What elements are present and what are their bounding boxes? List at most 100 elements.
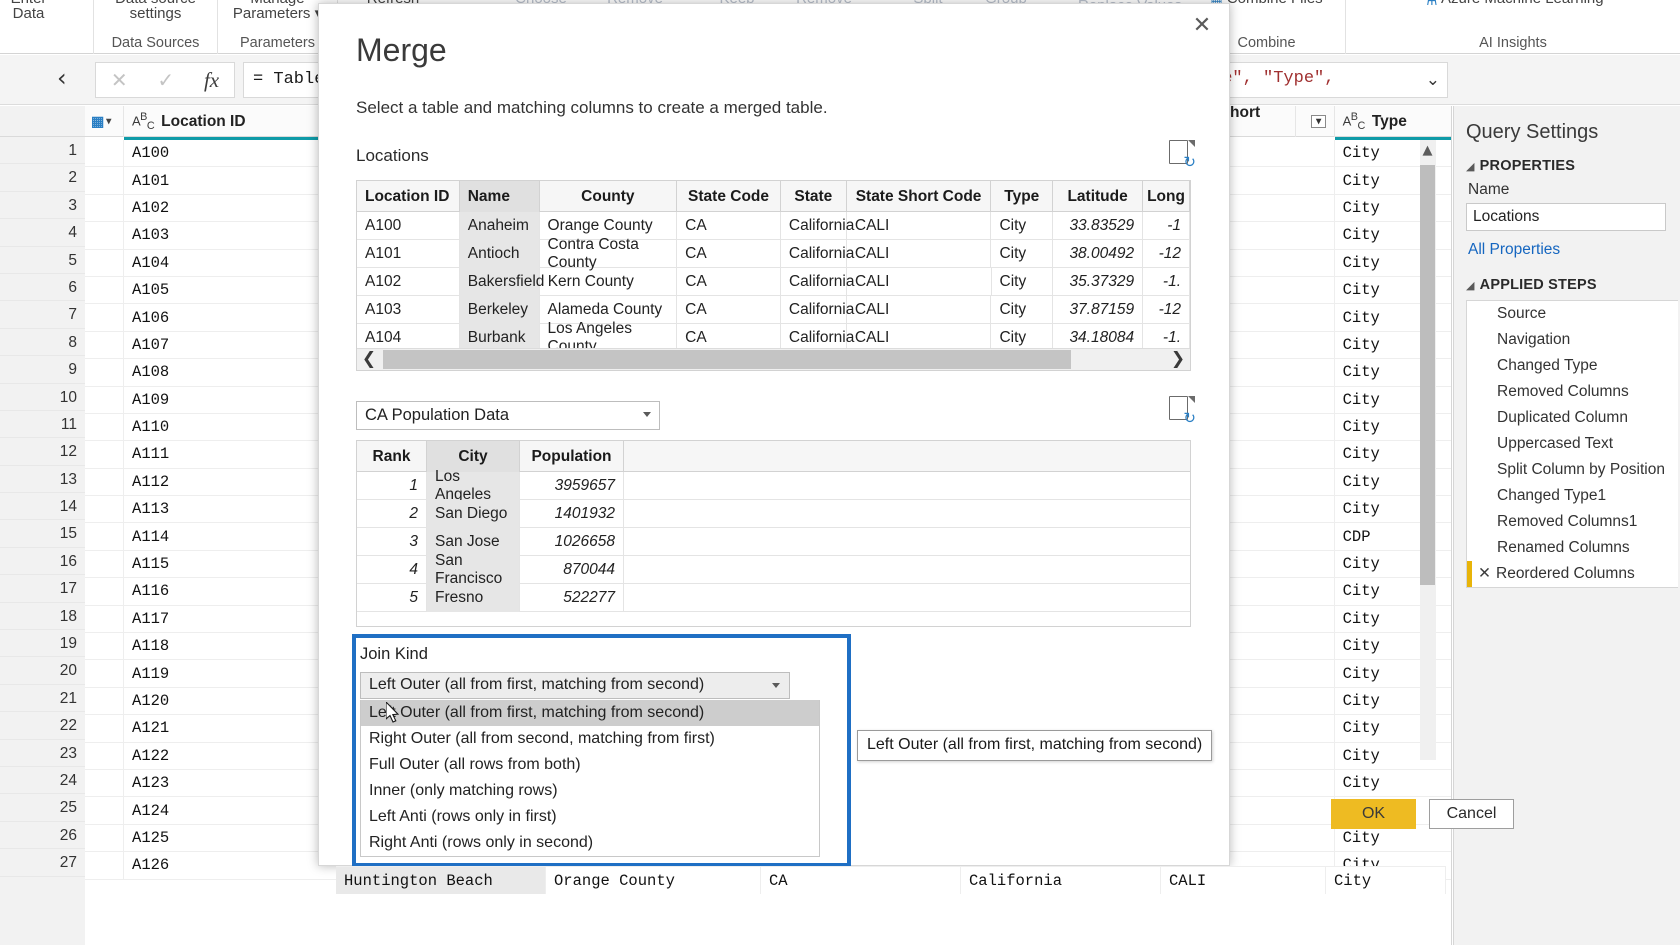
- first-table-preview[interactable]: Location ID Name County State Code State Stat…: [356, 180, 1191, 371]
- x-icon[interactable]: ✕: [1478, 565, 1491, 582]
- check-icon[interactable]: ✓: [157, 68, 174, 93]
- grid-vertical-scrollbar[interactable]: ▲: [1420, 140, 1436, 760]
- triangle-expanded-icon[interactable]: ◢: [1466, 279, 1475, 292]
- join-kind-option[interactable]: Left Outer (all from first, matching fro…: [361, 700, 819, 726]
- preview-column-header[interactable]: State Short Code: [847, 181, 992, 212]
- applied-step-item[interactable]: Navigation: [1467, 327, 1678, 353]
- row-number[interactable]: 4: [0, 219, 85, 247]
- row-number[interactable]: 17: [0, 575, 85, 603]
- row-number[interactable]: 16: [0, 548, 85, 576]
- ok-button[interactable]: OK: [1331, 799, 1416, 829]
- row-number[interactable]: 21: [0, 685, 85, 713]
- chevron-left-icon[interactable]: ❮: [357, 349, 381, 370]
- collapse-queries-pane-icon[interactable]: ‹: [57, 65, 67, 91]
- scrollbar-thumb[interactable]: [383, 350, 1071, 369]
- applied-step-item[interactable]: Renamed Columns: [1467, 535, 1678, 561]
- applied-steps-section-header[interactable]: ◢ APPLIED STEPS: [1466, 277, 1680, 293]
- preview-column-header[interactable]: Rank: [357, 441, 427, 472]
- row-number[interactable]: 7: [0, 301, 85, 329]
- applied-step-item[interactable]: Removed Columns: [1467, 379, 1678, 405]
- ribbon-group-ai-insights[interactable]: ⚗ Azure Machine Learning AI Insights: [1346, 0, 1680, 54]
- preview-column-header[interactable]: Name: [459, 181, 540, 212]
- chevron-up-icon[interactable]: ▲: [1420, 140, 1435, 162]
- preview-cell: Los Angeles: [427, 468, 520, 503]
- ribbon-group-data-sources[interactable]: Data source settings Data Sources: [94, 0, 218, 54]
- applied-step-item[interactable]: Changed Type: [1467, 353, 1678, 379]
- preview-column-header[interactable]: State: [781, 181, 847, 212]
- row-number[interactable]: 5: [0, 247, 85, 274]
- applied-step-item[interactable]: Duplicated Column: [1467, 405, 1678, 431]
- first-table-horizontal-scrollbar[interactable]: ❮ ❯: [357, 348, 1190, 370]
- row-number[interactable]: 23: [0, 740, 85, 767]
- preview-column-header[interactable]: Type: [991, 181, 1054, 212]
- ribbon-cmd-azure-ml[interactable]: ⚗ Azure Machine Learning: [1346, 0, 1680, 8]
- join-kind-option[interactable]: Inner (only matching rows): [361, 778, 819, 804]
- ribbon-cmd-enter-data[interactable]: Data: [0, 6, 93, 21]
- row-number[interactable]: 27: [0, 849, 85, 877]
- row-number[interactable]: 1: [0, 137, 85, 165]
- ribbon-cmd-data-source-settings[interactable]: settings: [94, 6, 217, 21]
- applied-step-item[interactable]: Changed Type1: [1467, 483, 1678, 509]
- applied-step-item[interactable]: Uppercased Text: [1467, 431, 1678, 457]
- applied-step-item[interactable]: Removed Columns1: [1467, 509, 1678, 535]
- join-kind-dropdown[interactable]: Left Outer (all from first, matching fro…: [360, 672, 790, 699]
- close-icon[interactable]: ✕: [111, 68, 128, 93]
- second-table-preview[interactable]: Rank City Population 1 Los Angeles 3959657 2 S…: [356, 440, 1191, 627]
- grid-column-header-type[interactable]: ABC Type: [1334, 106, 1451, 140]
- join-kind-option[interactable]: Left Anti (rows only in first): [361, 804, 819, 830]
- triangle-expanded-icon[interactable]: ◢: [1466, 160, 1475, 173]
- grid-cell-type[interactable]: City: [1335, 770, 1451, 796]
- scrollbar-thumb[interactable]: [1420, 165, 1435, 585]
- close-icon[interactable]: ✕: [1187, 12, 1217, 40]
- row-number[interactable]: 13: [0, 466, 85, 494]
- preview-column-header[interactable]: Location ID: [357, 181, 460, 212]
- row-number[interactable]: 26: [0, 822, 85, 850]
- chevron-down-icon[interactable]: [643, 412, 651, 417]
- join-kind-option[interactable]: Right Anti (rows only in second): [361, 830, 819, 856]
- applied-step-item[interactable]: Source: [1467, 301, 1678, 327]
- chevron-down-icon[interactable]: ▾: [106, 116, 111, 127]
- row-number[interactable]: 2: [0, 164, 85, 192]
- row-number[interactable]: 8: [0, 329, 85, 357]
- preview-column-header[interactable]: Latitude: [1053, 181, 1143, 212]
- preview-column-header[interactable]: County: [540, 181, 678, 212]
- preview-refresh-icon[interactable]: ↻: [1169, 396, 1196, 426]
- row-number[interactable]: 20: [0, 657, 85, 685]
- join-kind-option-list[interactable]: Left Outer (all from first, matching fro…: [360, 700, 820, 857]
- dialog-subtitle: Select a table and matching columns to c…: [356, 98, 828, 117]
- preview-column-header[interactable]: Long: [1143, 181, 1190, 212]
- preview-column-header[interactable]: Population: [520, 441, 624, 472]
- join-kind-option[interactable]: Full Outer (all rows from both): [361, 752, 819, 778]
- chevron-down-icon[interactable]: [772, 683, 780, 688]
- fx-icon[interactable]: fx: [204, 68, 219, 93]
- preview-refresh-icon[interactable]: ↻: [1169, 140, 1196, 170]
- row-number[interactable]: 19: [0, 630, 85, 658]
- grid-select-all-header[interactable]: ▦ ▾: [85, 106, 124, 137]
- row-number[interactable]: 10: [0, 384, 85, 411]
- chevron-right-icon[interactable]: ❯: [1166, 349, 1190, 370]
- join-kind-option[interactable]: Right Outer (all from second, matching f…: [361, 726, 819, 752]
- row-number[interactable]: 12: [0, 438, 85, 466]
- applied-step-item[interactable]: ✕ Reordered Columns: [1467, 561, 1678, 587]
- row-number[interactable]: 22: [0, 712, 85, 740]
- row-number[interactable]: 15: [0, 520, 85, 548]
- row-number[interactable]: 18: [0, 603, 85, 631]
- row-number[interactable]: 25: [0, 794, 85, 822]
- row-number[interactable]: 9: [0, 356, 85, 384]
- applied-step-item[interactable]: Split Column by Position: [1467, 457, 1678, 483]
- properties-section-header[interactable]: ◢ PROPERTIES: [1466, 158, 1680, 174]
- ribbon-group-enter-data[interactable]: Enter Data: [0, 0, 94, 54]
- preview-column-header[interactable]: State Code: [677, 181, 781, 212]
- row-number[interactable]: 24: [0, 767, 85, 795]
- chevron-down-icon[interactable]: ⌄: [1426, 70, 1440, 90]
- row-number[interactable]: 11: [0, 411, 85, 439]
- row-number[interactable]: 6: [0, 274, 85, 302]
- cancel-button[interactable]: Cancel: [1429, 799, 1514, 829]
- grid-column-filter-button[interactable]: ▾: [1296, 106, 1335, 137]
- query-name-input[interactable]: Locations: [1466, 203, 1666, 231]
- all-properties-link[interactable]: All Properties: [1468, 241, 1680, 259]
- filter-dropdown-icon[interactable]: ▾: [1311, 115, 1327, 128]
- row-number[interactable]: 3: [0, 192, 85, 220]
- row-number[interactable]: 14: [0, 493, 85, 521]
- second-table-dropdown[interactable]: CA Population Data: [356, 401, 660, 430]
